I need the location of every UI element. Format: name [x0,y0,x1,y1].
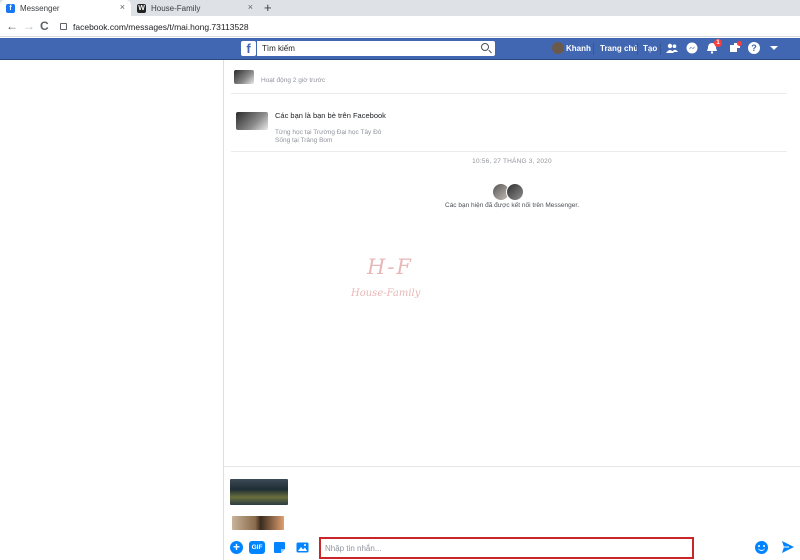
create-link[interactable]: Tạo [643,42,657,56]
url-field[interactable]: facebook.com/messages/t/mai.hong.7311352… [60,19,249,34]
friends-icon[interactable] [666,42,678,54]
chevron-down-icon[interactable] [768,42,780,54]
avatar[interactable] [552,42,564,54]
browser-tab-bar: f Messenger × W House-Family × + [0,0,800,16]
watermark-text: House-Family [351,288,421,299]
connected-message: Các bạn hiện đã được kết nối trên Messen… [445,202,579,209]
help-dot [737,41,742,46]
facebook-logo-icon[interactable]: f [241,41,256,56]
home-link[interactable]: Trang chủ [600,42,638,56]
divider [637,43,638,55]
message-composer: + GIF Nhập tin nhắn... [224,534,800,560]
messenger-icon[interactable] [686,42,698,54]
gif-button[interactable]: GIF [249,541,265,554]
address-bar-row: ← → C facebook.com/messages/t/mai.hong.7… [0,16,800,37]
house-family-favicon-icon: W [137,3,146,13]
close-tab-icon[interactable]: × [248,2,253,12]
tab-messenger[interactable]: f Messenger × [0,0,131,16]
avatar [506,183,524,201]
quick-help-icon[interactable] [729,41,742,54]
divider [660,43,661,55]
search-input[interactable]: Tìm kiếm [257,41,495,56]
image-icon[interactable] [296,541,309,554]
sticker-icon[interactable] [273,541,286,554]
search-icon[interactable] [481,43,489,51]
send-icon[interactable] [781,540,795,554]
location-info: Sống tại Trảng Bom [275,137,333,144]
watermark-logo: H-F [367,255,413,279]
help-question-icon[interactable]: ? [748,42,760,54]
back-arrow-icon[interactable]: ← [6,18,18,34]
notification-badge: 1 [714,39,722,47]
url-text: facebook.com/messages/t/mai.hong.7311352… [73,21,249,32]
composer-divider [224,466,800,467]
contact-avatar[interactable] [234,70,254,84]
left-footer-text [0,554,224,560]
divider [231,93,787,94]
search-placeholder: Tìm kiếm [262,44,295,53]
education-info: Từng học tại Trường Đại học Tây Đô [275,129,382,136]
emoji-icon[interactable] [755,541,768,554]
timestamp: 10:56, 27 THÁNG 3, 2020 [472,158,552,165]
profile-link[interactable]: Khanh [566,42,591,56]
conversation-list-panel [0,60,224,560]
reload-icon[interactable]: C [40,18,49,34]
divider [593,43,594,55]
tab-house-family[interactable]: W House-Family × [131,0,259,16]
tab-title: Messenger [20,3,60,13]
media-thumbnail[interactable] [232,516,284,530]
lock-icon [60,23,67,30]
tab-title: House-Family [151,3,201,13]
conversation-panel: Hoạt động 2 giờ trước Các bạn là bạn bè … [224,60,800,560]
contact-avatar[interactable] [236,112,268,130]
plus-icon[interactable]: + [230,541,243,554]
active-status: Hoạt động 2 giờ trước [261,77,326,84]
friends-title: Các bạn là bạn bè trên Facebook [275,111,386,120]
facebook-favicon-icon: f [6,3,15,13]
new-tab-button[interactable]: + [264,0,272,16]
notifications-bell-icon[interactable]: 1 [706,39,722,54]
media-thumbnail[interactable] [230,479,288,505]
divider [231,151,787,152]
facebook-top-bar: f Tìm kiếm Khanh Trang chủ Tạo 1 ? [0,38,800,60]
message-input[interactable]: Nhập tin nhắn... [319,537,694,559]
forward-arrow-icon[interactable]: → [23,18,35,34]
close-tab-icon[interactable]: × [120,2,125,12]
message-placeholder: Nhập tin nhắn... [325,543,382,553]
